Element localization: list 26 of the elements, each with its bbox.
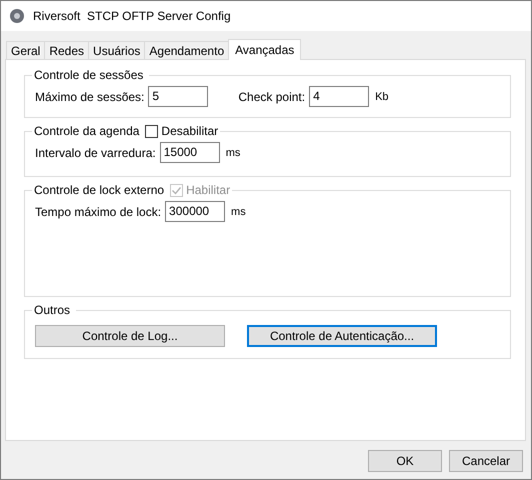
unit-label: ms — [226, 146, 240, 158]
window-title: Riversoft STCP OFTP Server Config — [33, 9, 231, 23]
ok-button[interactable]: OK — [368, 450, 442, 472]
field-label: Check point: — [238, 90, 306, 104]
unit-label: ms — [231, 206, 246, 218]
group-title: Controle da agenda — [34, 124, 140, 138]
input-field[interactable]: 300000 — [165, 201, 226, 222]
input-field[interactable]: 4 — [309, 86, 370, 107]
unit-label: Kb — [375, 90, 389, 102]
dialog-button[interactable]: Controle de Autenticação... — [247, 325, 437, 347]
group-title: Controle de sessões — [34, 68, 144, 82]
cancel-button[interactable]: Cancelar — [449, 450, 523, 472]
checkbox[interactable]: Desabilitar — [145, 124, 218, 138]
field-label: Máximo de sessões: — [35, 90, 144, 104]
tab[interactable]: Agendamento — [144, 41, 230, 59]
group-title: Outros — [34, 303, 72, 317]
field-label: Tempo máximo de lock: — [35, 204, 162, 218]
app-icon — [9, 8, 25, 24]
group-title: Controle de lock externo — [34, 183, 166, 197]
input-field[interactable]: 15000 — [160, 142, 220, 163]
tab[interactable]: Geral — [6, 41, 46, 59]
input-field[interactable]: 5 — [148, 86, 208, 107]
dialog-button[interactable]: Controle de Log... — [35, 325, 225, 347]
checkmark-icon — [171, 184, 182, 196]
tab[interactable]: Avançadas — [228, 39, 302, 60]
field-label: Intervalo de varredura: — [35, 146, 156, 160]
